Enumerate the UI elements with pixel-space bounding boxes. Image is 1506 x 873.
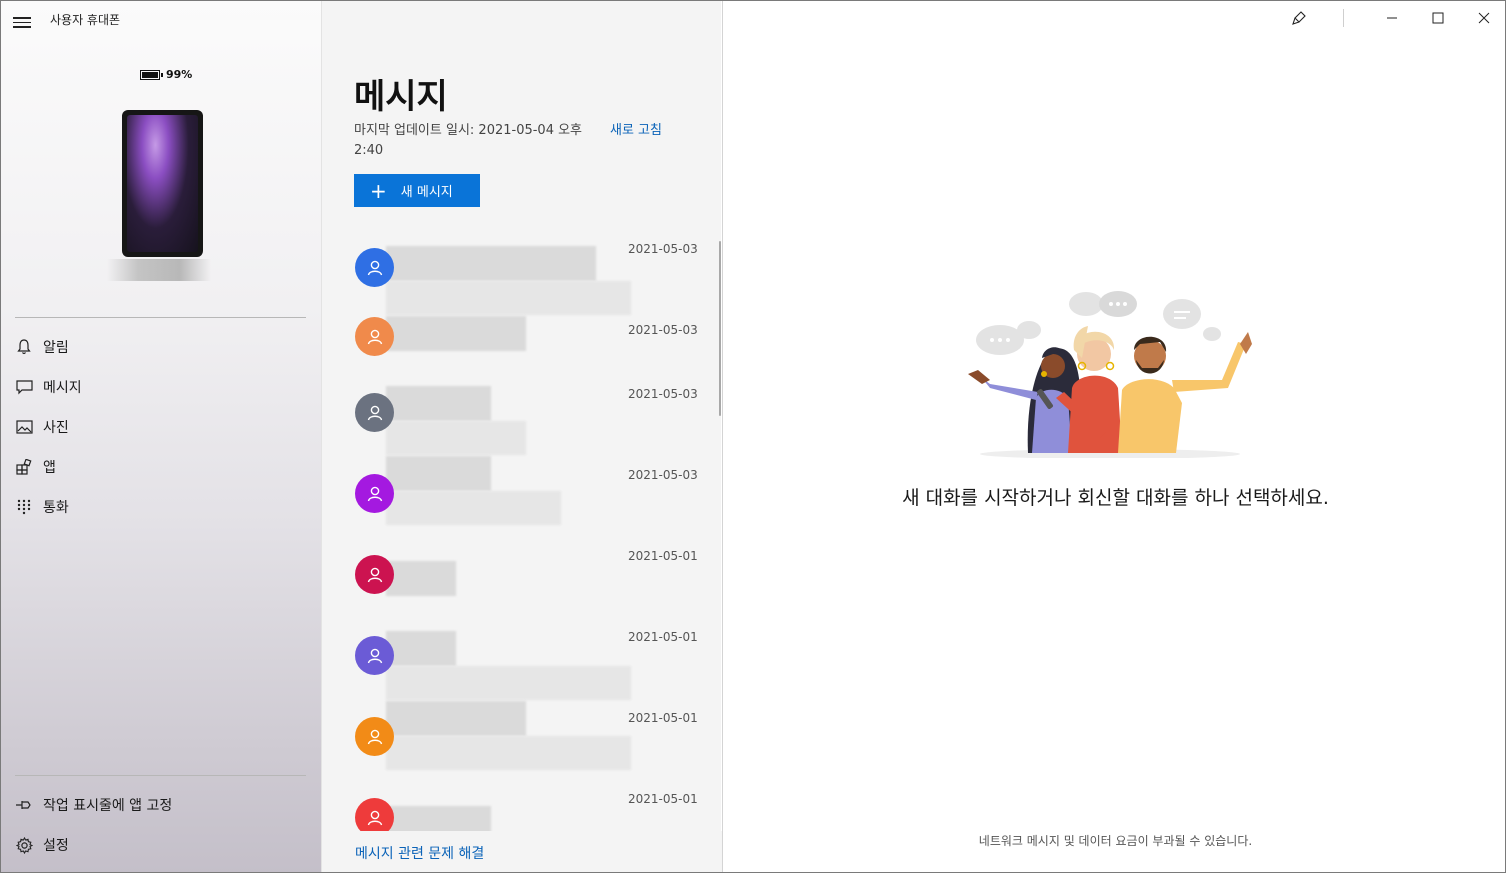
sidebar-divider bbox=[15, 775, 306, 776]
person-icon bbox=[367, 405, 382, 420]
person-icon bbox=[367, 567, 382, 582]
person-icon bbox=[367, 486, 382, 501]
sidebar-divider bbox=[15, 317, 306, 318]
sidebar-item-label: 사진 bbox=[43, 420, 69, 436]
data-charges-note: 네트워크 메시지 및 데이터 요금이 부과될 수 있습니다. bbox=[978, 834, 1253, 848]
sidebar-item-messages[interactable]: 메시지 bbox=[1, 369, 321, 405]
sidebar-item-settings[interactable]: 설정 bbox=[1, 827, 321, 863]
conversation-date: 2021-05-01 bbox=[628, 792, 698, 806]
avatar bbox=[355, 636, 394, 675]
maximize-icon[interactable] bbox=[1415, 1, 1461, 35]
sidebar-item-label: 설정 bbox=[43, 838, 69, 854]
refresh-link[interactable]: 새로 고침 bbox=[610, 121, 662, 141]
person-icon bbox=[367, 810, 382, 825]
conversation-item[interactable]: 2021-05-03 bbox=[322, 228, 712, 315]
plus-icon: + bbox=[370, 178, 387, 203]
conversation-date: 2021-05-03 bbox=[628, 323, 698, 337]
dialpad-icon bbox=[15, 498, 33, 516]
people-chatting-illustration bbox=[968, 291, 1252, 458]
person-icon bbox=[367, 260, 382, 275]
sidebar-item-label: 앱 bbox=[43, 460, 56, 476]
new-message-button[interactable]: + 새 메시지 bbox=[354, 174, 480, 207]
sidebar-item-calls[interactable]: 통화 bbox=[1, 489, 321, 525]
message-list-pane: 메시지 마지막 업데이트 일시: 2021-05-04 오후 2:40 새로 고… bbox=[321, 1, 722, 872]
person-icon bbox=[367, 648, 382, 663]
menu-icon[interactable] bbox=[13, 14, 31, 30]
battery-status: 99% bbox=[140, 68, 192, 81]
conversation-date: 2021-05-03 bbox=[628, 468, 698, 482]
app-window: 사용자 휴대폰 99% 알림 메시지 사진 앱 통화 작업 표시줄에 앱 고정 … bbox=[0, 0, 1506, 873]
page-title: 메시지 bbox=[354, 77, 448, 117]
conversation-date: 2021-05-03 bbox=[628, 387, 698, 401]
minimize-icon[interactable] bbox=[1369, 1, 1415, 35]
sidebar-item-label: 메시지 bbox=[43, 380, 82, 396]
avatar bbox=[355, 317, 394, 356]
photo-icon bbox=[15, 418, 33, 436]
sidebar-item-notifications[interactable]: 알림 bbox=[1, 329, 321, 365]
sidebar-item-apps[interactable]: 앱 bbox=[1, 449, 321, 485]
gear-icon bbox=[15, 836, 33, 854]
conversation-date: 2021-05-01 bbox=[628, 549, 698, 563]
conversation-item[interactable]: 2021-05-01 bbox=[322, 535, 712, 616]
conversation-date: 2021-05-01 bbox=[628, 711, 698, 725]
titlebar-separator bbox=[1343, 9, 1344, 27]
avatar bbox=[355, 555, 394, 594]
troubleshoot-link[interactable]: 메시지 관련 문제 해결 bbox=[355, 843, 484, 863]
sidebar-item-photos[interactable]: 사진 bbox=[1, 409, 321, 445]
app-title: 사용자 휴대폰 bbox=[50, 13, 121, 27]
battery-icon bbox=[140, 69, 163, 80]
sidebar-item-pin-taskbar[interactable]: 작업 표시줄에 앱 고정 bbox=[1, 787, 321, 823]
avatar bbox=[355, 717, 394, 756]
conversation-date: 2021-05-03 bbox=[628, 242, 698, 256]
conversation-pane: 새 대화를 시작하거나 회신할 대화를 하나 선택하세요. 네트워크 메시지 및… bbox=[722, 1, 1505, 872]
chat-icon bbox=[15, 378, 33, 396]
conversation-item[interactable]: 2021-05-01 bbox=[322, 616, 712, 700]
battery-percent: 99% bbox=[166, 68, 193, 81]
phone-stand bbox=[107, 259, 211, 281]
conversation-item[interactable]: 2021-05-03 bbox=[322, 373, 712, 455]
conversation-item[interactable]: 2021-05-01 bbox=[322, 697, 712, 778]
avatar bbox=[355, 474, 394, 513]
conversation-date: 2021-05-01 bbox=[628, 630, 698, 644]
new-message-label: 새 메시지 bbox=[400, 185, 453, 200]
person-icon bbox=[367, 329, 382, 344]
sidebar-item-label: 통화 bbox=[43, 500, 69, 516]
scrollbar[interactable] bbox=[719, 241, 721, 416]
sidebar-item-label: 알림 bbox=[43, 340, 69, 356]
avatar bbox=[355, 393, 394, 432]
apps-icon bbox=[15, 458, 33, 476]
bell-icon bbox=[15, 338, 33, 356]
pin-icon bbox=[15, 796, 33, 814]
empty-state-message: 새 대화를 시작하거나 회신할 대화를 하나 선택하세요. bbox=[902, 487, 1329, 509]
phone-image bbox=[122, 110, 203, 257]
conversation-item[interactable]: 2021-05-03 bbox=[322, 454, 712, 535]
close-icon[interactable] bbox=[1461, 1, 1505, 35]
sidebar-item-label: 작업 표시줄에 앱 고정 bbox=[43, 798, 173, 814]
person-icon bbox=[367, 729, 382, 744]
brush-icon[interactable] bbox=[1276, 1, 1322, 35]
sidebar: 사용자 휴대폰 99% 알림 메시지 사진 앱 통화 작업 표시줄에 앱 고정 … bbox=[1, 1, 321, 872]
avatar bbox=[355, 248, 394, 287]
last-updated-text: 마지막 업데이트 일시: 2021-05-04 오후 2:40 bbox=[354, 123, 583, 158]
